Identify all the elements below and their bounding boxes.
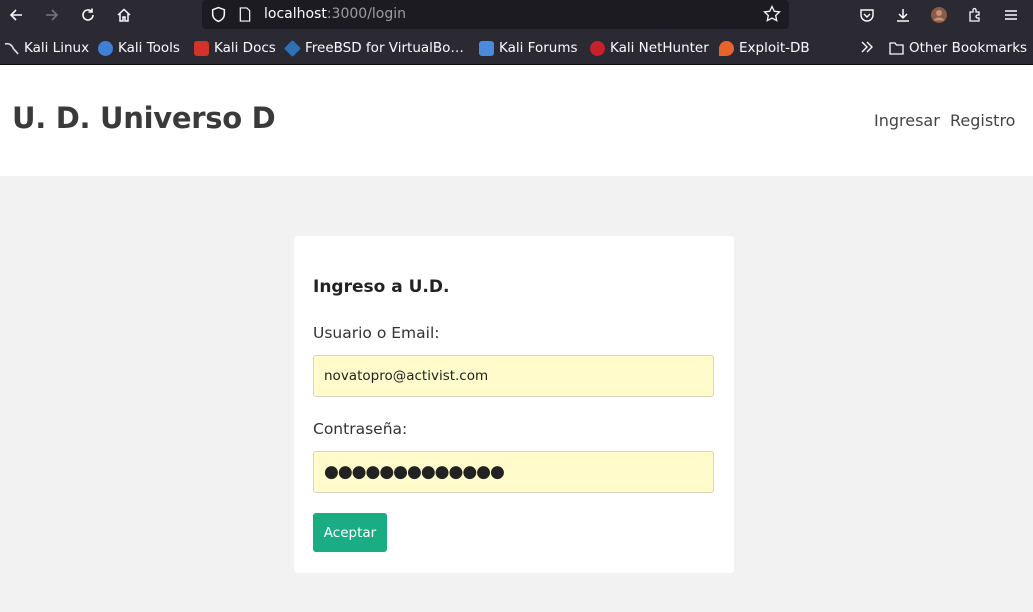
kali-docs-icon <box>194 40 209 56</box>
bookmark-kali-nethunter[interactable]: Kali NetHunter <box>590 40 709 56</box>
page-icon <box>239 7 251 22</box>
other-bookmarks[interactable]: Other Bookmarks <box>889 40 1027 56</box>
folder-icon <box>889 42 904 55</box>
kali-forums-icon <box>479 40 494 56</box>
bookmark-kali-docs[interactable]: Kali Docs <box>194 40 276 56</box>
bookmark-label: Kali Docs <box>214 40 276 56</box>
exploit-db-icon <box>719 40 734 56</box>
bookmark-exploit-db[interactable]: Exploit-DB <box>719 40 810 56</box>
bookmark-label: FreeBSD for VirtualBo… <box>305 40 464 56</box>
login-title: Ingreso a U.D. <box>313 277 450 297</box>
url-host: localhost <box>264 6 327 22</box>
submit-button[interactable]: Aceptar <box>313 513 387 552</box>
nav-register-link[interactable]: Registro <box>950 111 1015 130</box>
bookmark-label: Other Bookmarks <box>909 40 1028 56</box>
site-header: U. D. Universo D Ingresar Registro <box>0 65 1033 176</box>
bookmark-kali-tools[interactable]: Kali Tools <box>98 40 180 56</box>
kali-tools-icon <box>98 40 113 56</box>
kali-dragon-icon <box>4 41 19 56</box>
browser-toolbar: localhost:3000/login <box>0 0 1033 30</box>
password-input[interactable]: ●●●●●●●●●●●●● <box>313 451 714 493</box>
download-icon[interactable] <box>891 3 915 27</box>
bookmark-label: Kali NetHunter <box>610 40 709 56</box>
login-card: Ingreso a U.D. Usuario o Email: novatopr… <box>294 236 734 573</box>
star-icon[interactable] <box>763 5 781 23</box>
shield-icon[interactable] <box>210 6 227 23</box>
user-label: Usuario o Email: <box>313 324 440 342</box>
virtualbox-icon <box>284 39 301 57</box>
bookmark-kali-forums[interactable]: Kali Forums <box>479 40 578 56</box>
bookmark-label: Kali Linux <box>24 40 90 56</box>
back-icon[interactable] <box>4 3 28 27</box>
password-label: Contraseña: <box>313 420 408 438</box>
bookmark-freebsd[interactable]: FreeBSD for VirtualBo… <box>284 39 464 57</box>
chevrons-right-icon[interactable] <box>860 40 874 54</box>
user-email-input[interactable]: novatopro@activist.com <box>313 355 714 397</box>
bookmark-label: Exploit-DB <box>739 40 810 56</box>
pocket-icon[interactable] <box>855 3 879 27</box>
nav-login-link[interactable]: Ingresar <box>874 111 940 130</box>
bookmarks-bar: Kali Linux Kali Tools Kali Docs FreeBSD … <box>0 30 1033 65</box>
url-bar[interactable]: localhost:3000/login <box>202 0 789 29</box>
menu-icon[interactable] <box>999 3 1023 27</box>
site-brand[interactable]: U. D. Universo D <box>12 101 276 135</box>
nethunter-icon <box>590 40 605 56</box>
extensions-icon[interactable] <box>963 3 987 27</box>
bookmark-label: Kali Tools <box>118 40 180 56</box>
url-text[interactable]: localhost:3000/login <box>264 6 406 22</box>
bookmark-label: Kali Forums <box>499 40 578 56</box>
url-path: :3000/login <box>326 6 407 22</box>
home-icon[interactable] <box>112 3 136 27</box>
bookmark-kali-linux[interactable]: Kali Linux <box>4 40 89 56</box>
reload-icon[interactable] <box>76 3 100 27</box>
forward-icon[interactable] <box>40 3 64 27</box>
account-icon[interactable] <box>927 3 951 27</box>
